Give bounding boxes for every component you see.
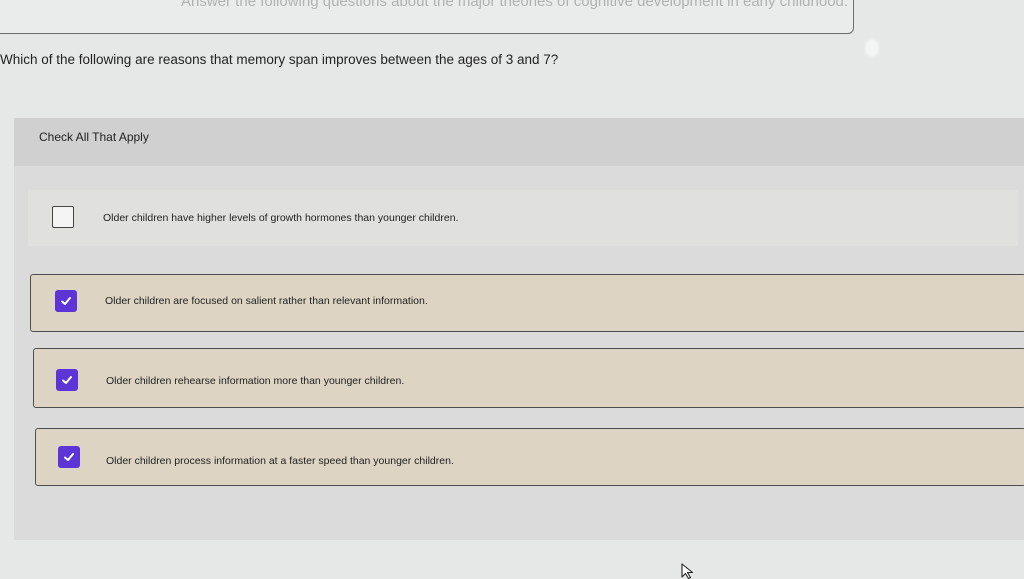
answer-option-2[interactable]: Older children are focused on salient ra…	[30, 274, 1024, 332]
answer-panel: Check All That Apply Older children have…	[14, 118, 1024, 540]
glare-spot	[866, 40, 878, 56]
answer-option-1[interactable]: Older children have higher levels of gro…	[28, 190, 1018, 246]
checkmark-icon	[61, 297, 71, 305]
option-2-checkbox[interactable]	[55, 290, 77, 312]
previous-question-box: Answer the following questions about the…	[0, 0, 854, 34]
mouse-cursor-icon	[681, 563, 694, 579]
option-4-label: Older children process information at a …	[106, 455, 454, 467]
answer-option-4[interactable]: Older children process information at a …	[35, 428, 1024, 486]
panel-header: Check All That Apply	[14, 118, 1024, 166]
option-1-checkbox[interactable]	[52, 206, 74, 228]
answer-option-3[interactable]: Older children rehearse information more…	[33, 348, 1024, 408]
option-3-checkbox[interactable]	[56, 369, 78, 391]
option-4-checkbox[interactable]	[58, 446, 80, 468]
checkmark-icon	[64, 453, 74, 461]
instructions-label: Check All That Apply	[39, 130, 149, 144]
header-text: Answer the following questions about the…	[181, 0, 849, 10]
option-3-label: Older children rehearse information more…	[106, 375, 405, 387]
checkmark-icon	[62, 376, 72, 384]
option-1-label: Older children have higher levels of gro…	[103, 212, 459, 224]
option-2-label: Older children are focused on salient ra…	[105, 295, 428, 307]
question-text: Which of the following are reasons that …	[0, 52, 559, 67]
